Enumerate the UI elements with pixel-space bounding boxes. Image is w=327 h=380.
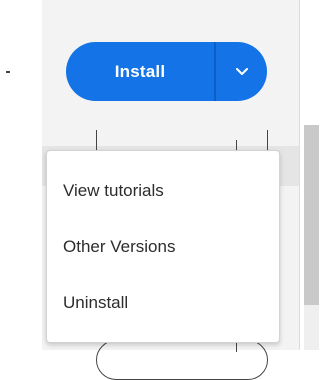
lower-row-button-outline [96, 340, 268, 380]
menu-item-view-tutorials[interactable]: View tutorials [47, 171, 279, 211]
dropdown-menu: View tutorials Other Versions Uninstall [46, 150, 280, 343]
install-button[interactable]: Install [66, 42, 214, 101]
menu-item-other-versions[interactable]: Other Versions [47, 227, 279, 267]
truncated-mark [6, 71, 10, 73]
menu-item-uninstall[interactable]: Uninstall [47, 283, 279, 323]
left-pane [0, 0, 42, 350]
scrollbar-thumb[interactable] [304, 125, 319, 305]
chevron-down-icon [235, 63, 248, 81]
install-split-button: Install [66, 42, 267, 101]
right-divider [299, 0, 300, 350]
install-dropdown-toggle[interactable] [216, 42, 267, 101]
